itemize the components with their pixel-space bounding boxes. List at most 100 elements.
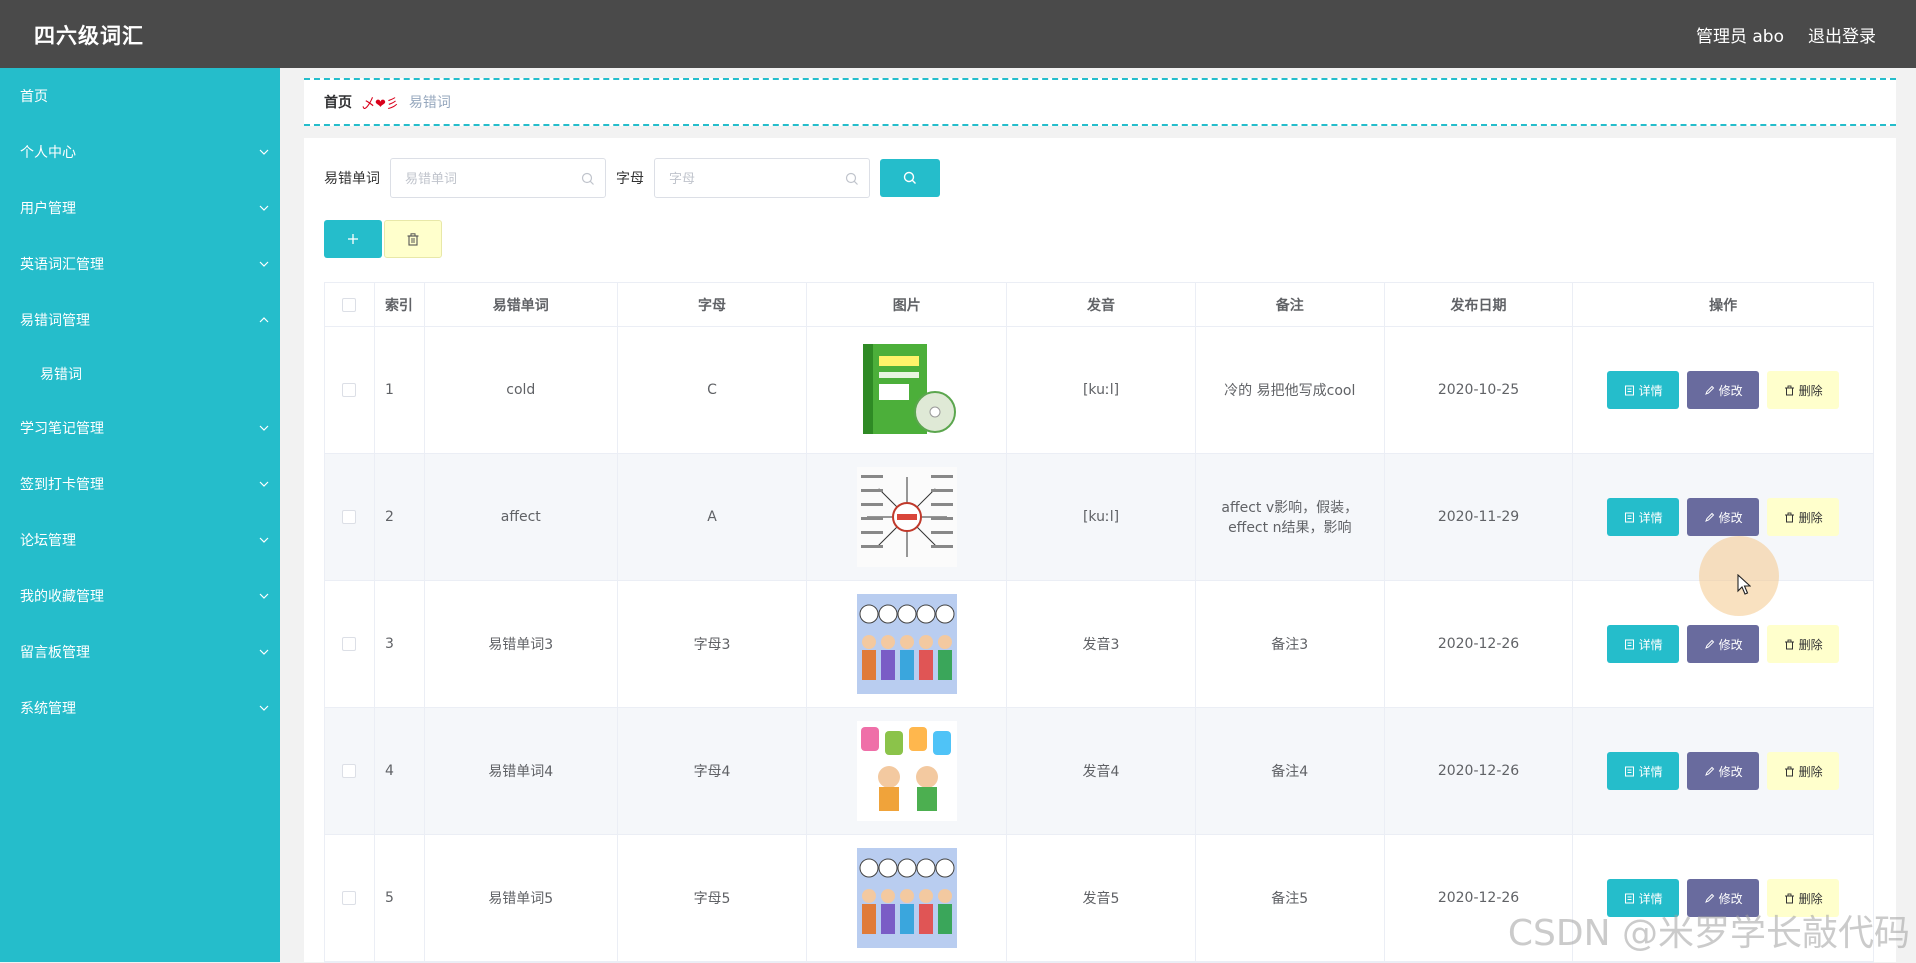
image-cell — [807, 454, 1007, 580]
column-header: 操作 — [1573, 283, 1873, 326]
thumbnail-image — [857, 467, 957, 567]
button-label: 删除 — [1799, 636, 1823, 653]
content-panel: 易错单词 字母 索引易错单词字母图片发音备注发布日期操作 — [304, 138, 1896, 962]
sidebar-item-label: 易错词管理 — [20, 310, 90, 330]
row-checkbox[interactable] — [342, 510, 356, 524]
trash-icon — [1784, 385, 1795, 396]
document-icon — [1624, 512, 1635, 523]
detail-button[interactable]: 详情 — [1607, 371, 1679, 409]
row-checkbox[interactable] — [342, 383, 356, 397]
thumbnail-image — [857, 594, 957, 694]
sidebar-item[interactable]: 易错词 — [0, 348, 280, 400]
image-cell — [807, 327, 1007, 453]
detail-button[interactable]: 详情 — [1607, 752, 1679, 790]
sidebar-item-label: 英语词汇管理 — [20, 254, 104, 274]
sidebar-item[interactable]: 个人中心 — [0, 124, 280, 180]
row-checkbox[interactable] — [342, 891, 356, 905]
word-cell: cold — [425, 327, 618, 453]
logout-link[interactable]: 退出登录 — [1808, 22, 1876, 47]
edit-button[interactable]: 修改 — [1687, 498, 1759, 536]
edit-button[interactable]: 修改 — [1687, 625, 1759, 663]
word-search-field[interactable] — [390, 158, 606, 198]
sidebar-item[interactable]: 用户管理 — [0, 180, 280, 236]
breadcrumb-home[interactable]: 首页 — [324, 92, 352, 112]
pencil-icon — [1704, 893, 1715, 904]
column-header: 发音 — [1007, 283, 1196, 326]
column-header: 索引 — [375, 283, 425, 326]
sidebar-item[interactable]: 英语词汇管理 — [0, 236, 280, 292]
sidebar-item[interactable]: 系统管理 — [0, 680, 280, 736]
sidebar-item[interactable]: 易错词管理 — [0, 292, 280, 348]
detail-button[interactable]: 详情 — [1607, 498, 1679, 536]
sidebar-item[interactable]: 学习笔记管理 — [0, 400, 280, 456]
sound-cell: [kuːl] — [1007, 454, 1196, 580]
letter-cell: A — [618, 454, 808, 580]
word-search-input[interactable] — [391, 159, 605, 197]
delete-button[interactable]: 删除 — [1767, 752, 1839, 790]
trash-icon — [1784, 512, 1795, 523]
button-label: 删除 — [1799, 382, 1823, 399]
search-button[interactable] — [880, 159, 940, 197]
sidebar-item[interactable]: 签到打卡管理 — [0, 456, 280, 512]
delete-button[interactable]: 删除 — [1767, 498, 1839, 536]
row-checkbox[interactable] — [342, 764, 356, 778]
letter-search-field[interactable] — [654, 158, 870, 198]
sidebar-item[interactable]: 论坛管理 — [0, 512, 280, 568]
date-cell: 2020-12-26 — [1385, 581, 1574, 707]
search-icon — [581, 172, 595, 186]
detail-button[interactable]: 详情 — [1607, 625, 1679, 663]
actions-cell: 详情 修改删除 — [1573, 708, 1873, 834]
breadcrumb-current: 易错词 — [409, 92, 451, 112]
table-actions — [324, 220, 442, 258]
select-all-checkbox[interactable] — [342, 298, 356, 312]
image-cell — [807, 835, 1007, 961]
letter-cell: 字母4 — [618, 708, 808, 834]
date-cell: 2020-11-29 — [1385, 454, 1574, 580]
sidebar-item-label: 学习笔记管理 — [20, 418, 104, 438]
sidebar-item[interactable]: 首页 — [0, 68, 280, 124]
app-title: 四六级词汇 — [34, 20, 144, 50]
button-label: 修改 — [1719, 382, 1743, 399]
row-select-cell — [325, 454, 375, 580]
button-label: 删除 — [1799, 509, 1823, 526]
index-cell: 3 — [375, 581, 425, 707]
sidebar-item[interactable]: 留言板管理 — [0, 624, 280, 680]
document-icon — [1624, 385, 1635, 396]
sidebar-item[interactable]: 我的收藏管理 — [0, 568, 280, 624]
sidebar-item-label: 用户管理 — [20, 198, 76, 218]
button-label: 详情 — [1639, 636, 1663, 653]
delete-button[interactable]: 删除 — [1767, 625, 1839, 663]
table-row: 4易错单词4字母4发音4备注42020-12-26详情修改删除 — [325, 708, 1873, 835]
trash-icon — [1784, 766, 1795, 777]
note-cell: 备注3 — [1196, 581, 1385, 707]
trash-icon — [1784, 639, 1795, 650]
sidebar-item-label: 我的收藏管理 — [20, 586, 104, 606]
note-cell: 备注4 — [1196, 708, 1385, 834]
button-label: 修改 — [1719, 636, 1743, 653]
batch-delete-button[interactable] — [384, 220, 442, 258]
document-icon — [1624, 893, 1635, 904]
sound-cell: 发音5 — [1007, 835, 1196, 961]
index-cell: 1 — [375, 327, 425, 453]
chevron-up-icon — [258, 314, 270, 326]
trash-icon — [1784, 893, 1795, 904]
image-cell — [807, 581, 1007, 707]
chevron-down-icon — [258, 590, 270, 602]
select-all-header[interactable] — [325, 283, 375, 326]
search-icon — [845, 172, 859, 186]
delete-button[interactable]: 删除 — [1767, 371, 1839, 409]
edit-button[interactable]: 修改 — [1687, 752, 1759, 790]
add-button[interactable] — [324, 220, 382, 258]
row-checkbox[interactable] — [342, 637, 356, 651]
letter-search-input[interactable] — [655, 159, 869, 197]
table-row: 2affectA[kuːl]affect v影响，假装，effect n结果，影… — [325, 454, 1873, 581]
sidebar: 首页个人中心用户管理英语词汇管理易错词管理易错词学习笔记管理签到打卡管理论坛管理… — [0, 68, 280, 962]
word-cell: affect — [425, 454, 618, 580]
thumbnail-image — [857, 848, 957, 948]
index-cell: 5 — [375, 835, 425, 961]
edit-button[interactable]: 修改 — [1687, 371, 1759, 409]
mouse-cursor-icon — [1737, 574, 1751, 596]
plus-icon — [347, 233, 359, 245]
button-label: 详情 — [1639, 763, 1663, 780]
button-label: 详情 — [1639, 509, 1663, 526]
